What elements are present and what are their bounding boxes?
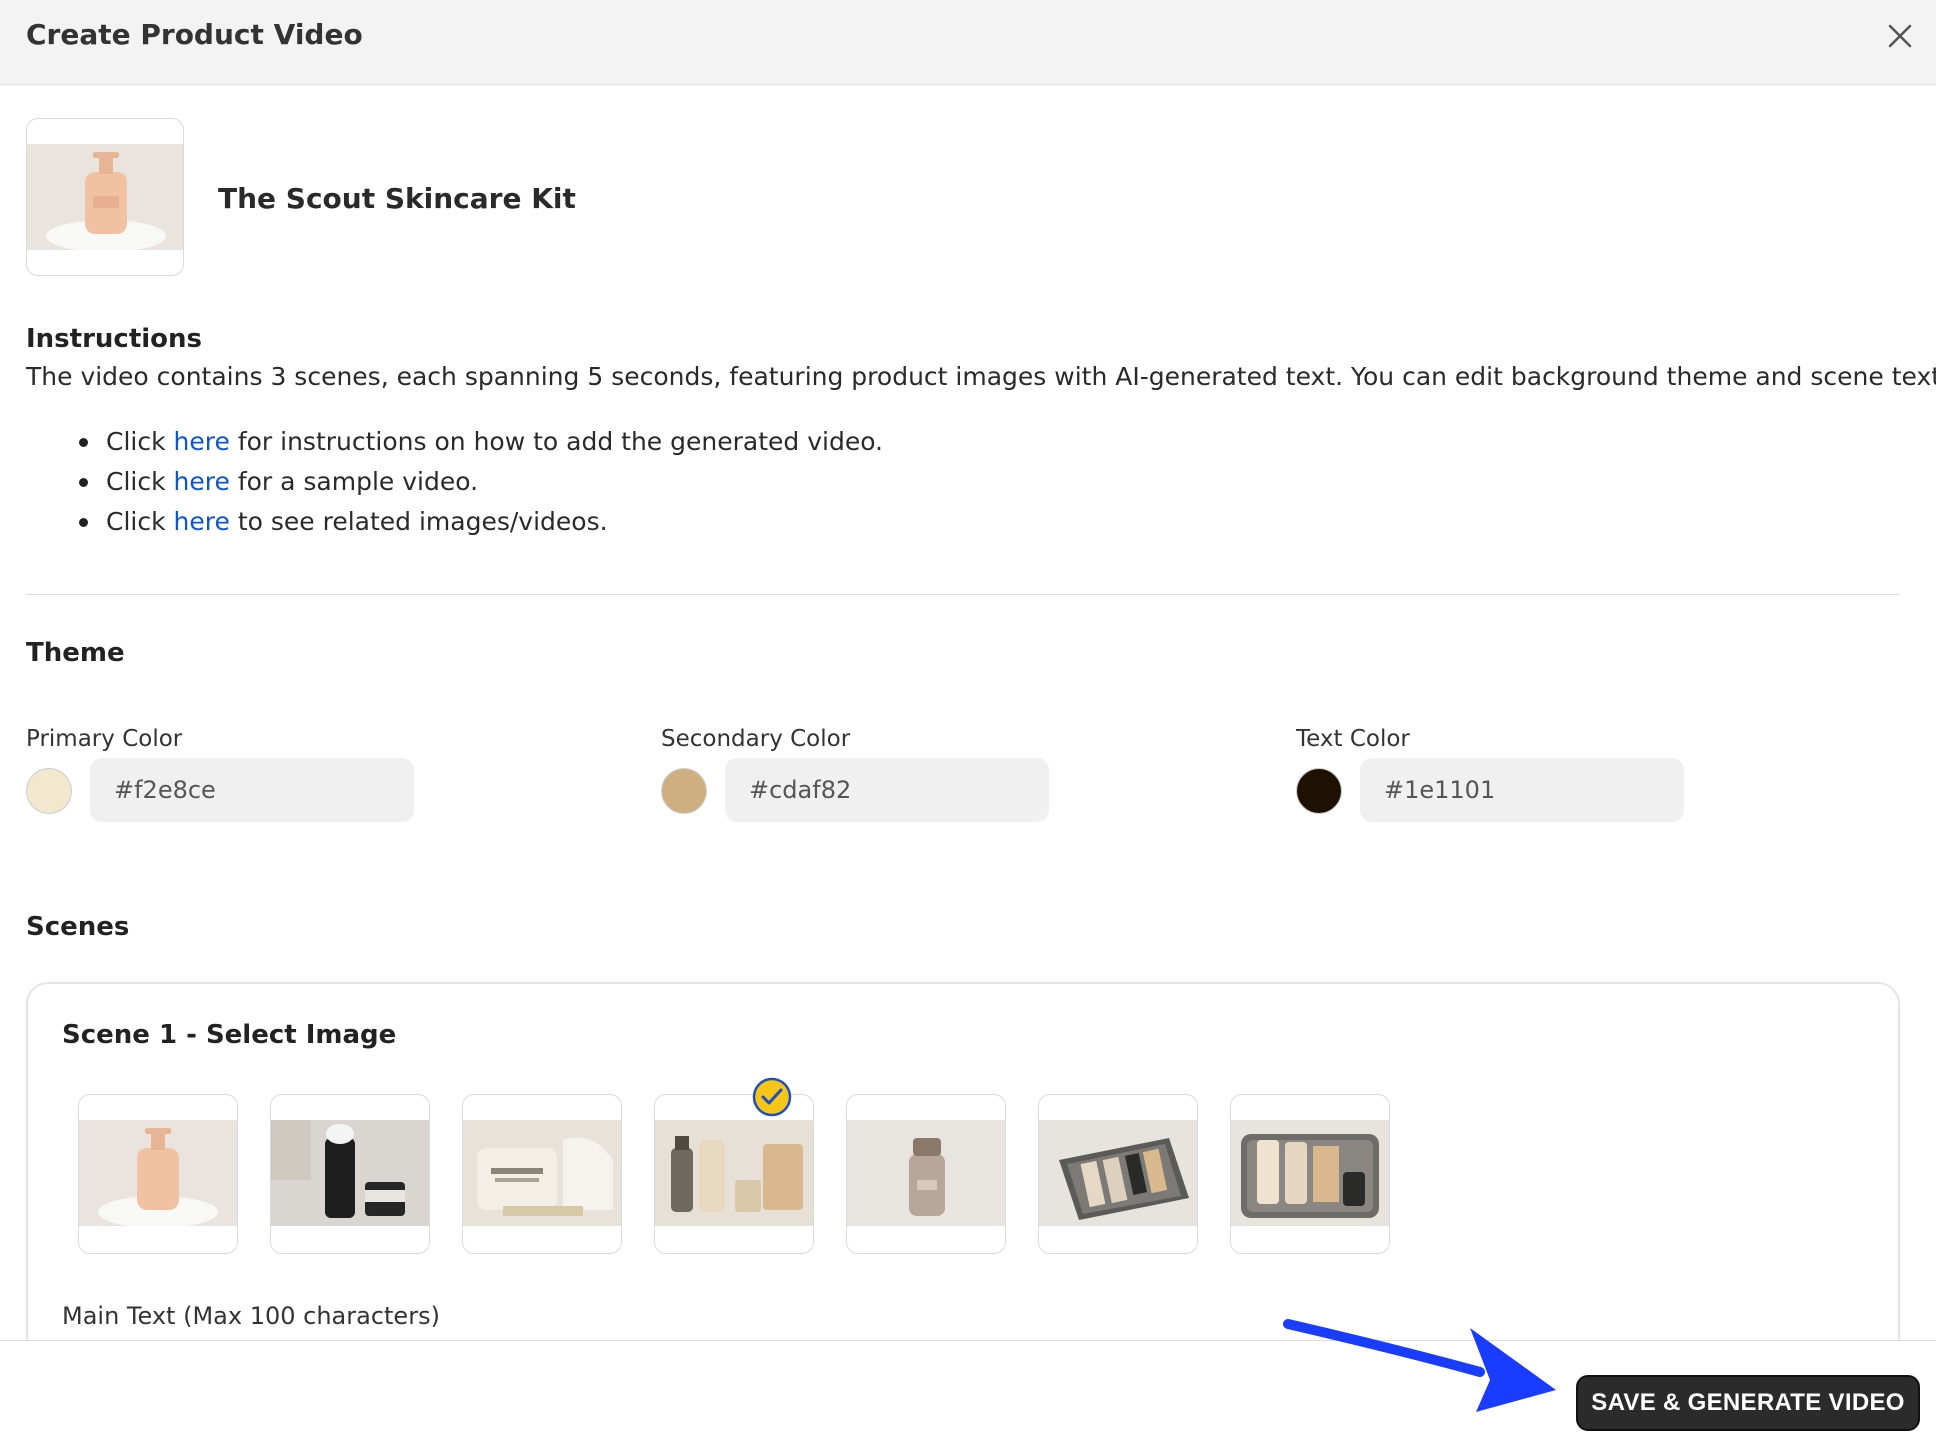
list-item: Click here for a sample video. <box>26 462 883 502</box>
bullet-suffix: for a sample video. <box>229 467 479 496</box>
secondary-color-input[interactable] <box>725 758 1049 822</box>
check-circle-icon <box>752 1077 792 1117</box>
product-set-image <box>655 1120 813 1226</box>
text-color-input[interactable] <box>1360 758 1684 822</box>
close-icon[interactable] <box>1880 16 1920 56</box>
scene-image-option[interactable] <box>1230 1094 1390 1254</box>
face-wash-pump-bottle-image <box>79 1120 237 1226</box>
bullet-suffix: to see related images/videos. <box>229 507 608 536</box>
save-and-generate-button[interactable]: SAVE & GENERATE VIDEO <box>1576 1375 1920 1431</box>
scene-image-option[interactable] <box>846 1094 1006 1254</box>
list-item: Click here to see related images/videos. <box>26 502 883 542</box>
bullet-dot <box>79 438 88 447</box>
sample-video-link[interactable]: here <box>174 467 230 496</box>
instructions-link[interactable]: here <box>174 427 230 456</box>
text-color-swatch[interactable] <box>1296 768 1342 814</box>
scenes-heading: Scenes <box>26 912 130 942</box>
tin-kit-open-image <box>1039 1120 1197 1226</box>
face-wash-bottle-image <box>27 144 183 250</box>
scene-image-option[interactable] <box>1038 1094 1198 1254</box>
scene-image-option[interactable] <box>462 1094 622 1254</box>
bamboo-face-wipes-image <box>463 1120 621 1226</box>
tin-kit-closeup-image <box>1231 1120 1389 1226</box>
bullet-prefix: Click <box>106 507 174 536</box>
bullet-dot <box>79 518 88 527</box>
instructions-heading: Instructions <box>26 324 203 354</box>
bullet-dot <box>79 478 88 487</box>
face-wash-small-bottle-image <box>847 1120 1005 1226</box>
secondary-color-swatch[interactable] <box>661 768 707 814</box>
modal-title: Create Product Video <box>26 18 363 51</box>
main-text-label: Main Text (Max 100 characters) <box>62 1302 440 1330</box>
scene-1-title: Scene 1 - Select Image <box>62 1020 397 1050</box>
product-thumbnail <box>26 118 184 276</box>
instructions-list: Click here for instructions on how to ad… <box>26 422 883 542</box>
section-divider <box>26 594 1900 595</box>
pointer-arrow-icon <box>1283 1319 1556 1412</box>
related-media-link[interactable]: here <box>174 507 230 536</box>
product-name: The Scout Skincare Kit <box>218 182 576 215</box>
scene-image-option[interactable] <box>78 1094 238 1254</box>
theme-heading: Theme <box>26 638 125 668</box>
primary-color-input[interactable] <box>90 758 414 822</box>
text-color-label: Text Color <box>1296 726 1410 752</box>
bullet-prefix: Click <box>106 427 174 456</box>
modal-header: Create Product Video <box>0 0 1936 85</box>
primary-color-swatch[interactable] <box>26 768 72 814</box>
primary-color-label: Primary Color <box>26 726 183 752</box>
list-item: Click here for instructions on how to ad… <box>26 422 883 462</box>
modal-footer: SAVE & GENERATE VIDEO <box>0 1340 1936 1454</box>
modal-body: The Scout Skincare Kit Instructions The … <box>0 86 1936 1340</box>
bullet-suffix: for instructions on how to add the gener… <box>229 427 883 456</box>
scene-1-card: Scene 1 - Select Image Main Text (Max 10… <box>26 982 1900 1340</box>
scene-image-option-selected[interactable] <box>654 1094 814 1254</box>
secondary-color-label: Secondary Color <box>661 726 851 752</box>
shaving-cream-image <box>271 1120 429 1226</box>
bullet-prefix: Click <box>106 467 174 496</box>
instructions-text: The video contains 3 scenes, each spanni… <box>26 362 1936 391</box>
scene-image-option[interactable] <box>270 1094 430 1254</box>
